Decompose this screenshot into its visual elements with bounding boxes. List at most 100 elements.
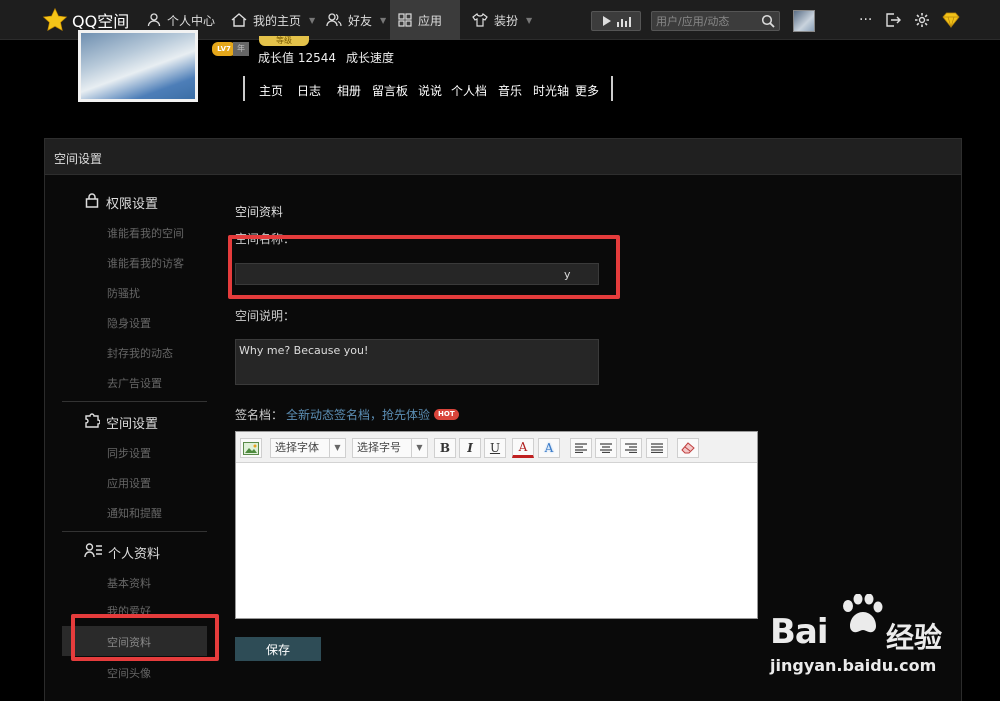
sidebar-divider: [62, 401, 207, 402]
profile-nav-blog[interactable]: 日志: [297, 82, 321, 99]
avatar-image: [81, 33, 195, 99]
sidebar-heading-label: 空间设置: [106, 416, 159, 432]
sidebar-item-invisible[interactable]: 隐身设置: [107, 315, 151, 331]
baidu-paw-icon: [838, 593, 884, 637]
settings-header: 空间设置: [44, 138, 962, 175]
sidebar-item-anti-harassment[interactable]: 防骚扰: [107, 285, 140, 301]
nav-label: 我的主页: [253, 13, 302, 28]
profile-nav-home[interactable]: 主页: [259, 82, 283, 99]
hot-badge: HOT: [434, 409, 459, 420]
sidebar-item-notifications[interactable]: 通知和提醒: [107, 505, 162, 521]
sidebar-item-archive-feed[interactable]: 封存我的动态: [107, 345, 173, 361]
sidebar-item-remove-ads[interactable]: 去广告设置: [107, 375, 162, 391]
sidebar-heading-space[interactable]: 空间设置: [84, 412, 158, 432]
search-icon[interactable]: [761, 14, 775, 31]
user-icon: [147, 13, 161, 27]
gear-icon[interactable]: [914, 0, 930, 40]
nav-apps[interactable]: 应用: [390, 0, 460, 40]
nav-my-home[interactable]: 我的主页 ▼: [231, 0, 315, 40]
sidebar-item-app-settings[interactable]: 应用设置: [107, 475, 151, 491]
sidebar-item-sync[interactable]: 同步设置: [107, 445, 151, 461]
nav-label: 好友: [348, 13, 373, 28]
profile-nav-album[interactable]: 相册: [337, 82, 361, 99]
space-desc-label: 空间说明：: [235, 309, 296, 323]
watermark-url: jingyan.baidu.com: [770, 656, 937, 675]
profile-nav-guestbook[interactable]: 留言板: [372, 82, 408, 99]
logo-text: QQ空间: [72, 12, 130, 31]
watermark-brand-cn: 经验: [886, 621, 943, 654]
diamond-icon[interactable]: [942, 0, 960, 40]
save-button[interactable]: 保存: [235, 637, 321, 661]
editor-toolbar: 选择字体 ▼ 选择字号 ▼ B I U A A: [236, 432, 757, 463]
chevron-down-icon: ▼: [380, 15, 387, 25]
equalizer-icon: [616, 16, 631, 27]
year-badge: 年: [233, 42, 249, 56]
font-family-select[interactable]: 选择字体 ▼: [270, 438, 346, 458]
settings-title: 空间设置: [54, 152, 103, 166]
growth-speed-link[interactable]: 成长速度: [346, 51, 394, 65]
chevron-down-icon: ▼: [329, 439, 345, 457]
music-player-button[interactable]: [591, 11, 641, 31]
growth-value: 成长值 12544: [258, 51, 336, 65]
baidu-jingyan-watermark: Bai 经验 jingyan.baidu.com: [760, 593, 980, 684]
signature-row: 签名档： 全新动态签名档，抢先体验 HOT: [235, 406, 459, 423]
align-left-icon[interactable]: [570, 438, 592, 458]
chevron-down-icon: ▼: [526, 15, 533, 25]
friends-icon: [326, 13, 342, 27]
sidebar-item-who-can-view-space[interactable]: 谁能看我的空间: [107, 225, 184, 241]
underline-button[interactable]: U: [484, 438, 506, 458]
sidebar-heading-label: 权限设置: [106, 196, 159, 212]
chevron-down-icon: ▼: [411, 439, 427, 457]
profile-nav-timeline[interactable]: 时光轴: [533, 82, 569, 99]
logout-icon[interactable]: [885, 0, 901, 40]
insert-image-icon[interactable]: [240, 438, 262, 458]
profile-avatar[interactable]: [78, 30, 198, 102]
profile-nav-shuoshuo[interactable]: 说说: [418, 82, 442, 99]
sidebar-divider: [62, 531, 207, 532]
sidebar-heading-profile[interactable]: 个人资料: [84, 542, 160, 562]
align-center-icon[interactable]: [595, 438, 617, 458]
nav-label: 装扮: [494, 13, 519, 28]
signature-promo-link[interactable]: 全新动态签名档，抢先体验: [286, 406, 430, 423]
italic-button[interactable]: I: [459, 438, 481, 458]
search-input[interactable]: [656, 13, 760, 29]
profile-nav-music[interactable]: 音乐: [498, 82, 522, 99]
font-size-value: 选择字号: [357, 441, 401, 454]
star-icon: [42, 7, 68, 33]
vip-badge[interactable]: 等级: [259, 36, 309, 46]
section-title: 空间资料: [235, 205, 284, 219]
sidebar-item-space-avatar[interactable]: 空间头像: [107, 665, 151, 681]
puzzle-icon: [84, 412, 101, 432]
align-right-icon[interactable]: [620, 438, 642, 458]
play-icon: [602, 16, 611, 26]
nav-friends[interactable]: 好友 ▼: [326, 0, 386, 40]
shirt-icon: [472, 13, 488, 27]
eraser-icon[interactable]: [677, 438, 699, 458]
sidebar-item-basic-info[interactable]: 基本资料: [107, 575, 151, 591]
text-glow-button[interactable]: A: [538, 438, 560, 458]
profile-card-icon: [84, 542, 102, 562]
sidebar-heading-privacy[interactable]: 权限设置: [84, 192, 158, 212]
signature-label: 签名档：: [235, 408, 284, 422]
font-color-button[interactable]: A: [512, 438, 534, 458]
bold-button[interactable]: B: [434, 438, 456, 458]
nav-label: 应用: [418, 13, 443, 28]
chevron-down-icon: ▼: [309, 15, 316, 25]
space-desc-textarea[interactable]: Why me? Because you!: [235, 339, 599, 385]
font-size-select[interactable]: 选择字号 ▼: [352, 438, 428, 458]
search-box: [651, 11, 780, 31]
highlight-frame-space-name: [228, 235, 620, 299]
profile-nav: 主页 日志 相册 留言板 说说 个人档 音乐 时光轴 更多: [243, 76, 613, 101]
profile-nav-profile[interactable]: 个人档: [451, 82, 487, 99]
more-menu[interactable]: ···: [859, 0, 872, 40]
signature-editor-body[interactable]: [236, 464, 757, 618]
growth-info: 成长值 12544 成长速度: [258, 49, 394, 66]
profile-nav-more[interactable]: 更多: [575, 82, 599, 99]
sidebar-item-who-can-view-visitors[interactable]: 谁能看我的访客: [107, 255, 184, 271]
home-icon: [231, 13, 247, 27]
nav-decorate[interactable]: 装扮 ▼: [472, 0, 532, 40]
watermark-brand: Bai: [770, 612, 829, 652]
align-justify-icon[interactable]: [646, 438, 668, 458]
user-avatar[interactable]: [793, 10, 815, 32]
font-family-value: 选择字体: [275, 441, 319, 454]
